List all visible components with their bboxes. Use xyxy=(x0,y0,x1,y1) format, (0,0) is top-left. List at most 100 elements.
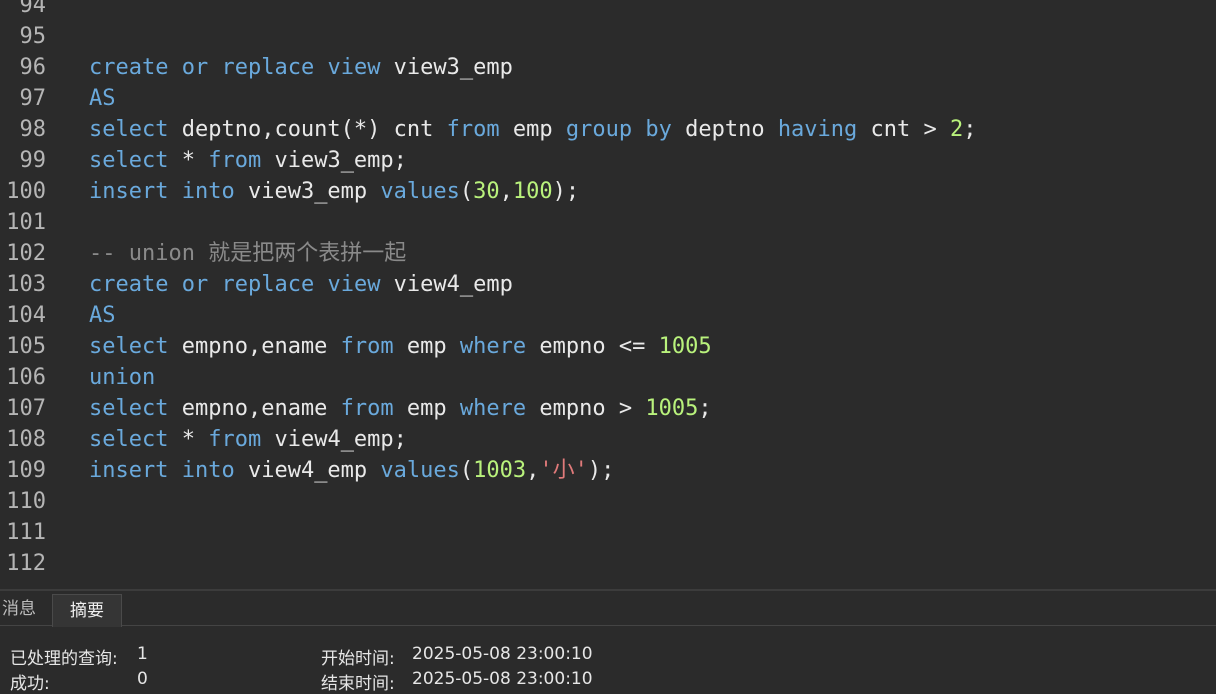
code-token: replace xyxy=(221,272,315,297)
code-token: insert xyxy=(89,179,169,204)
code-token: select xyxy=(89,334,169,359)
line-code: -- union 就是把两个表拼一起 xyxy=(89,238,406,269)
code-token: AS xyxy=(89,86,116,111)
line-code: select empno,ename from emp where empno … xyxy=(89,331,712,362)
code-token: emp xyxy=(393,334,460,359)
line-number: 97 xyxy=(19,86,47,111)
line-code: AS xyxy=(89,300,116,331)
code-token: emp xyxy=(393,396,460,421)
code-token: 1003 xyxy=(473,458,527,483)
code-token: values xyxy=(380,458,460,483)
line-number: 110 xyxy=(6,489,46,514)
code-line[interactable]: 108 select * from view4_emp; xyxy=(0,424,1216,455)
code-token: create xyxy=(89,272,169,297)
code-token: * xyxy=(168,427,209,452)
code-token: '小' xyxy=(539,458,588,483)
code-token: insert xyxy=(89,458,169,483)
code-line[interactable]: 97 AS xyxy=(0,83,1216,114)
code-token: from xyxy=(446,117,500,142)
code-line[interactable]: 94 xyxy=(0,0,1216,21)
code-token: deptno,count(*) cnt xyxy=(168,117,447,142)
queries-processed-value: 1 xyxy=(137,644,148,664)
code-token: values xyxy=(380,179,460,204)
code-line[interactable]: 109 insert into view4_emp values(1003,'小'… xyxy=(0,455,1216,486)
code-token: * xyxy=(168,148,209,173)
code-token: AS xyxy=(89,303,116,328)
code-token: deptno xyxy=(671,117,778,142)
code-line[interactable]: 103 create or replace view view4_emp xyxy=(0,269,1216,300)
code-token: 2 xyxy=(950,117,964,142)
tab-summary[interactable]: 摘要 xyxy=(52,594,122,627)
code-line[interactable]: 104 AS xyxy=(0,300,1216,331)
code-line[interactable]: 101 xyxy=(0,207,1216,238)
line-code: select empno,ename from emp where empno … xyxy=(89,393,712,424)
code-token: from xyxy=(340,334,394,359)
line-number: 106 xyxy=(6,365,46,390)
code-line[interactable]: 107 select empno,ename from emp where emp… xyxy=(0,393,1216,424)
line-code: create or replace view view4_emp xyxy=(89,269,513,300)
code-line[interactable]: 110 xyxy=(0,486,1216,517)
code-token: ); xyxy=(552,179,580,204)
line-number: 102 xyxy=(6,241,46,266)
code-token: emp xyxy=(499,117,566,142)
success-value: 0 xyxy=(137,669,148,689)
code-token: select xyxy=(89,117,169,142)
line-number: 100 xyxy=(6,179,46,204)
code-token: empno,ename xyxy=(168,396,341,421)
end-time-label: 结束时间: xyxy=(321,674,395,694)
code-line[interactable]: 111 xyxy=(0,517,1216,548)
code-line[interactable]: 105 select empno,ename from emp where emp… xyxy=(0,331,1216,362)
line-number: 99 xyxy=(19,148,47,173)
line-number: 96 xyxy=(19,55,47,80)
code-token: by xyxy=(645,117,672,142)
code-token: empno > xyxy=(526,396,646,421)
line-code: insert into view3_emp values(30,100); xyxy=(89,176,579,207)
code-token: where xyxy=(459,334,527,359)
code-line[interactable]: 99 select * from view3_emp; xyxy=(0,145,1216,176)
line-number: 101 xyxy=(6,210,46,235)
line-code: union xyxy=(89,362,155,393)
line-number: 109 xyxy=(6,458,46,483)
code-token: or xyxy=(181,55,209,80)
code-token: view3_emp; xyxy=(261,148,407,173)
start-time-label: 开始时间: xyxy=(321,649,395,669)
line-number: 103 xyxy=(6,272,46,297)
code-line[interactable]: 100 insert into view3_emp values(30,100); xyxy=(0,176,1216,207)
code-token: 1005 xyxy=(645,396,699,421)
code-line[interactable]: 96 create or replace view view3_emp xyxy=(0,52,1216,83)
code-line[interactable]: 95 xyxy=(0,21,1216,52)
code-token: view4_emp; xyxy=(261,427,407,452)
code-token: view xyxy=(327,55,381,80)
code-token: cnt > xyxy=(857,117,951,142)
line-code: insert into view4_emp values(1003,'小'); xyxy=(89,455,614,486)
code-line[interactable]: 106 union xyxy=(0,362,1216,393)
code-token: from xyxy=(340,396,394,421)
line-number: 98 xyxy=(19,117,47,142)
code-token: 30 xyxy=(473,179,500,204)
code-token: 100 xyxy=(512,179,553,204)
code-token: select xyxy=(89,148,169,173)
code-line[interactable]: 112 xyxy=(0,548,1216,579)
code-token: view3_emp xyxy=(234,179,381,204)
line-number: 112 xyxy=(6,551,46,576)
line-number: 105 xyxy=(6,334,46,359)
code-token: group xyxy=(565,117,633,142)
line-code: select * from view4_emp; xyxy=(89,424,407,455)
line-number: 111 xyxy=(6,520,46,545)
line-number: 95 xyxy=(19,24,47,49)
tab-messages[interactable]: 消息 xyxy=(2,593,50,625)
code-token: having xyxy=(777,117,858,142)
code-token: ; xyxy=(963,117,977,142)
code-line[interactable]: 102 -- union 就是把两个表拼一起 xyxy=(0,238,1216,269)
code-token: select xyxy=(89,396,169,421)
code-token: into xyxy=(181,458,235,483)
line-number: 107 xyxy=(6,396,46,421)
sql-editor[interactable]: 94 95 96 create or replace view view3_emp 97… xyxy=(0,0,1216,589)
code-line[interactable]: 98 select deptno,count(*) cnt from emp gr… xyxy=(0,114,1216,145)
code-token: 1005 xyxy=(658,334,712,359)
end-time-value: 2025-05-08 23:00:10 xyxy=(412,669,593,689)
